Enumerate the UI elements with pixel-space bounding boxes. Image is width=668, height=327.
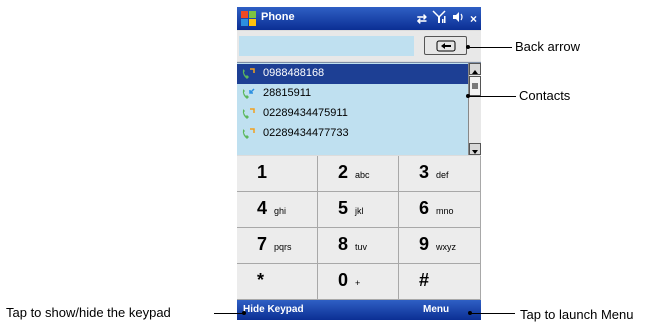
menu-bar: Hide Keypad Menu [237, 300, 481, 320]
contact-row[interactable]: 02289434475911 [237, 104, 468, 124]
keypad-callout: Tap to show/hide the keypad [6, 305, 171, 320]
back-arrow-icon [436, 40, 456, 52]
contact-number: 0988488168 [263, 67, 325, 79]
key-7[interactable]: 7 pqrs [237, 228, 318, 264]
key-letters: mno [436, 206, 454, 216]
signal-icon[interactable] [432, 9, 446, 28]
back-arrow-callout: Back arrow [515, 39, 581, 54]
key-letters: tuv [355, 242, 368, 252]
key-hash[interactable]: # [399, 264, 481, 300]
outgoing-call-icon [242, 108, 255, 119]
grip-icon [472, 83, 478, 89]
contact-number: 28815911 [263, 87, 312, 99]
windows-start-icon[interactable] [240, 10, 257, 27]
contact-row[interactable]: 28815911 [237, 84, 468, 104]
key-letters: def [436, 170, 449, 180]
menu-callout-line [470, 313, 515, 314]
key-digit: 2 [338, 162, 349, 182]
title-bar: Phone ⇄ × [237, 7, 481, 30]
callout-dot [466, 94, 470, 98]
key-digit: 4 [257, 198, 268, 218]
key-letters: pqrs [274, 242, 292, 252]
contacts-list[interactable]: 0988488168 28815911 02289434475911 02289… [237, 62, 481, 155]
status-icons: ⇄ × [417, 9, 477, 28]
callout-dot [468, 311, 472, 315]
key-4[interactable]: 4 ghi [237, 192, 318, 228]
keypad-callout-line [214, 313, 244, 314]
phone-screen: Phone ⇄ × 0988488168 28815911 0228943447… [237, 7, 481, 320]
outgoing-call-icon [242, 128, 255, 139]
key-letters: ghi [274, 206, 287, 216]
scrollbar-thumb[interactable] [469, 76, 481, 96]
key-digit: 1 [257, 162, 268, 182]
key-digit: 3 [419, 162, 430, 182]
key-5[interactable]: 5 jkl [318, 192, 399, 228]
scroll-up-button[interactable] [469, 63, 481, 75]
key-letters: + [355, 278, 361, 288]
menu-callout: Tap to launch Menu [520, 307, 634, 322]
app-title: Phone [261, 11, 295, 23]
scroll-down-button[interactable] [469, 143, 481, 155]
key-0[interactable]: 0 + [318, 264, 399, 300]
key-3[interactable]: 3 def [399, 156, 481, 192]
key-letters: abc [355, 170, 370, 180]
outgoing-call-icon [242, 68, 255, 79]
menu-softkey[interactable]: Menu [423, 304, 449, 315]
close-icon[interactable]: × [470, 11, 477, 27]
volume-icon[interactable] [451, 10, 465, 28]
sync-icon[interactable]: ⇄ [417, 11, 427, 27]
list-scrollbar[interactable] [468, 63, 481, 155]
key-1[interactable]: 1 [237, 156, 318, 192]
incoming-call-icon [242, 88, 255, 99]
key-digit: # [419, 270, 430, 290]
key-digit: 8 [338, 234, 349, 254]
key-2[interactable]: 2 abc [318, 156, 399, 192]
key-digit: 9 [419, 234, 430, 254]
contact-number: 02289434477733 [263, 127, 349, 139]
key-star[interactable]: * [237, 264, 318, 300]
back-arrow-callout-line [468, 47, 512, 48]
key-digit: 0 [338, 270, 349, 290]
callout-dot [466, 45, 470, 49]
contacts-callout-line [468, 96, 516, 97]
key-letters: wxyz [436, 242, 456, 252]
contact-number: 02289434475911 [263, 107, 348, 119]
key-6[interactable]: 6 mno [399, 192, 481, 228]
keypad: 1 2 abc 3 def 4 ghi 5 jkl 6 mno 7 pqrs 8 tuv 9w… [237, 156, 481, 300]
dial-input-area [237, 31, 481, 61]
key-digit: 6 [419, 198, 430, 218]
phone-number-input[interactable] [239, 36, 414, 56]
contact-row[interactable]: 0988488168 [237, 64, 468, 84]
hide-keypad-softkey[interactable]: Hide Keypad [243, 304, 304, 315]
key-digit: 5 [338, 198, 349, 218]
callout-dot [242, 311, 246, 315]
key-digit: 7 [257, 234, 268, 254]
key-digit: * [257, 270, 265, 290]
contact-row[interactable]: 02289434477733 [237, 124, 468, 144]
key-9[interactable]: 9 wxyz [399, 228, 481, 264]
key-8[interactable]: 8 tuv [318, 228, 399, 264]
contacts-callout: Contacts [519, 88, 571, 103]
key-letters: jkl [355, 206, 364, 216]
back-arrow-button[interactable] [424, 36, 467, 55]
